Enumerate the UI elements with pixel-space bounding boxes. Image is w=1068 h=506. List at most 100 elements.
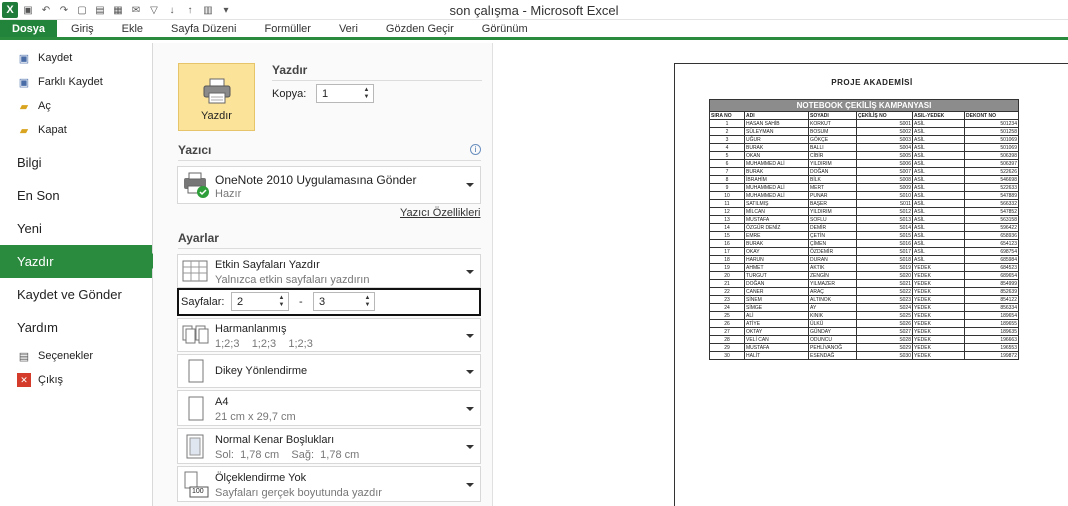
printer-dropdown[interactable]: OneNote 2010 Uygulamasına Gönder Hazır bbox=[177, 166, 481, 204]
table-cell: DOĞAN bbox=[744, 279, 809, 288]
table-cell: ASİL bbox=[912, 183, 965, 192]
tab-ekle[interactable]: Ekle bbox=[108, 20, 157, 37]
table-cell: ASİL bbox=[912, 239, 965, 248]
sort-descending-icon[interactable]: ↑ bbox=[182, 2, 198, 18]
table-row: 11 SATILMIŞ BAŞER S011 ASİL 566332 bbox=[709, 199, 1019, 208]
preview-header-row: SIRA NO ADI SOYADI ÇEKİLİŞ NO ASIL-YEDEK… bbox=[709, 111, 1019, 120]
table-cell: 7 bbox=[709, 167, 745, 176]
copies-label: Kopya: bbox=[272, 88, 307, 100]
table-cell: SÜLEYMAN bbox=[744, 127, 809, 136]
tab-giris[interactable]: Giriş bbox=[57, 20, 108, 37]
excel-logo-icon[interactable]: X bbox=[2, 2, 18, 18]
table-cell: 189655 bbox=[964, 319, 1019, 328]
table-cell: 18 bbox=[709, 255, 745, 264]
table-cell: S009 bbox=[856, 183, 913, 192]
redo-icon[interactable]: ↷ bbox=[56, 2, 72, 18]
chevron-down-icon bbox=[466, 445, 474, 449]
table-cell: YEDEK bbox=[912, 303, 965, 312]
table-cell: S001 bbox=[856, 119, 913, 128]
table-cell: 2 bbox=[709, 127, 745, 136]
menu-en-son[interactable]: En Son bbox=[0, 179, 152, 212]
table-cell: ASİL bbox=[912, 151, 965, 160]
table-cell: S006 bbox=[856, 159, 913, 168]
customize-toolbar-icon[interactable]: ▾ bbox=[218, 2, 234, 18]
tab-formuller[interactable]: Formüller bbox=[250, 20, 324, 37]
filter-icon[interactable]: ▽ bbox=[146, 2, 162, 18]
table-cell: YEDEK bbox=[912, 343, 965, 352]
sheet-icon bbox=[182, 259, 210, 285]
menu-secenekler[interactable]: ▤ Seçenekler bbox=[0, 344, 152, 368]
tab-dosya[interactable]: Dosya bbox=[0, 20, 58, 37]
printer-properties-link[interactable]: Yazıcı Özellikleri bbox=[400, 207, 480, 219]
menu-farkli-kaydet[interactable]: ▣ Farklı Kaydet bbox=[0, 70, 152, 94]
table-cell: S008 bbox=[856, 175, 913, 184]
table-cell: S026 bbox=[856, 319, 913, 328]
paper-size-dropdown[interactable]: A4 21 cm x 29,7 cm bbox=[177, 390, 481, 426]
menu-ac[interactable]: ▰ Aç bbox=[0, 94, 152, 118]
table-cell: 20 bbox=[709, 271, 745, 280]
printer-heading: Yazıcı bbox=[178, 143, 212, 157]
table-row: 1 HASAN SAHİB KORKUT S001 ASİL 501234 bbox=[709, 119, 1019, 128]
table-cell: KINIK bbox=[808, 311, 857, 320]
print-what-dropdown[interactable]: Etkin Sayfaları Yazdır Yalnızca etkin sa… bbox=[177, 254, 481, 288]
undo-icon[interactable]: ↶ bbox=[38, 2, 54, 18]
tab-sayfa-duzeni[interactable]: Sayfa Düzeni bbox=[157, 20, 250, 37]
table-cell: 189654 bbox=[964, 311, 1019, 320]
table-cell: YILDIRIM bbox=[808, 207, 857, 216]
pages-from-spinner[interactable]: 2 ▲ ▼ bbox=[231, 292, 289, 311]
scaling-dropdown[interactable]: 100 Ölçeklendirme Yok Sayfaları gerçek b… bbox=[177, 466, 481, 502]
open-icon[interactable]: ▤ bbox=[92, 2, 108, 18]
print-preview-icon[interactable]: ▦ bbox=[110, 2, 126, 18]
margins-dropdown[interactable]: Normal Kenar Boşlukları Sol: 1,78 cm Sağ… bbox=[177, 428, 481, 464]
table-cell: ASİL bbox=[912, 175, 965, 184]
menu-kaydet-ve-gonder[interactable]: Kaydet ve Gönder bbox=[0, 278, 152, 311]
table-cell: ASİL bbox=[912, 119, 965, 128]
margins-title: Normal Kenar Boşlukları bbox=[215, 434, 335, 446]
pages-range-row: Sayfalar: 2 ▲ ▼ - 3 ▲ ▼ bbox=[177, 288, 481, 316]
table-cell: YILMAZER bbox=[808, 279, 857, 288]
collate-dropdown[interactable]: Harmanlanmış 1;2;3 1;2;3 1;2;3 bbox=[177, 318, 481, 352]
save-icon[interactable]: ▣ bbox=[20, 2, 36, 18]
table-cell: PUNAR bbox=[808, 191, 857, 200]
menu-yardim[interactable]: Yardım bbox=[0, 311, 152, 344]
menu-cikis[interactable]: ✕ Çıkış bbox=[0, 368, 152, 392]
table-cell: 689654 bbox=[964, 271, 1019, 280]
sort-ascending-icon[interactable]: ↓ bbox=[164, 2, 180, 18]
table-cell: GÖKÇE bbox=[808, 135, 857, 144]
menu-yeni[interactable]: Yeni bbox=[0, 212, 152, 245]
col-header: DEKONT NO bbox=[964, 111, 1019, 120]
open-folder-icon: ▰ bbox=[19, 100, 29, 113]
tab-gozden-gecir[interactable]: Gözden Geçir bbox=[372, 20, 468, 37]
table-row: 17 OKAY ÖZDEMİR S017 ASİL 698754 bbox=[709, 247, 1019, 256]
new-document-icon[interactable]: ▢ bbox=[74, 2, 90, 18]
table-row: 18 HARUN DURAN S018 ASİL 685984 bbox=[709, 255, 1019, 264]
spinner-arrows-icon[interactable]: ▲ ▼ bbox=[361, 85, 372, 102]
tab-veri[interactable]: Veri bbox=[325, 20, 372, 37]
menu-bilgi[interactable]: Bilgi bbox=[0, 146, 152, 179]
table-cell: 1 bbox=[709, 119, 745, 128]
table-cell: MUHAMMED ALİ bbox=[744, 159, 809, 168]
menu-yazdir[interactable]: Yazdır bbox=[0, 245, 160, 278]
table-cell: 852639 bbox=[964, 287, 1019, 296]
tab-gorunum[interactable]: Görünüm bbox=[468, 20, 542, 37]
table-cell: ASİL bbox=[912, 143, 965, 152]
copies-spinner[interactable]: 1 ▲ ▼ bbox=[316, 84, 374, 103]
pages-to-spinner[interactable]: 3 ▲ ▼ bbox=[313, 292, 375, 311]
table-icon[interactable]: ▥ bbox=[200, 2, 216, 18]
table-cell: 501258 bbox=[964, 127, 1019, 136]
table-cell: UĞUR bbox=[744, 135, 809, 144]
table-cell: 854999 bbox=[964, 279, 1019, 288]
table-cell: S029 bbox=[856, 343, 913, 352]
table-cell: SİMGE bbox=[744, 303, 809, 312]
print-button[interactable]: Yazdır bbox=[178, 63, 255, 131]
info-icon[interactable]: i bbox=[470, 144, 481, 155]
email-icon[interactable]: ✉ bbox=[128, 2, 144, 18]
table-row: 19 AHMET AKTIK S019 YEDEK 684523 bbox=[709, 263, 1019, 272]
spinner-arrows-icon[interactable]: ▲ ▼ bbox=[276, 293, 287, 310]
table-cell: TURGUT bbox=[744, 271, 809, 280]
menu-kapat[interactable]: ▰ Kapat bbox=[0, 118, 152, 142]
table-cell: 16 bbox=[709, 239, 745, 248]
menu-kaydet[interactable]: ▣ Kaydet bbox=[0, 46, 152, 70]
spinner-arrows-icon[interactable]: ▲ ▼ bbox=[362, 293, 373, 310]
orientation-dropdown[interactable]: Dikey Yönlendirme bbox=[177, 354, 481, 388]
